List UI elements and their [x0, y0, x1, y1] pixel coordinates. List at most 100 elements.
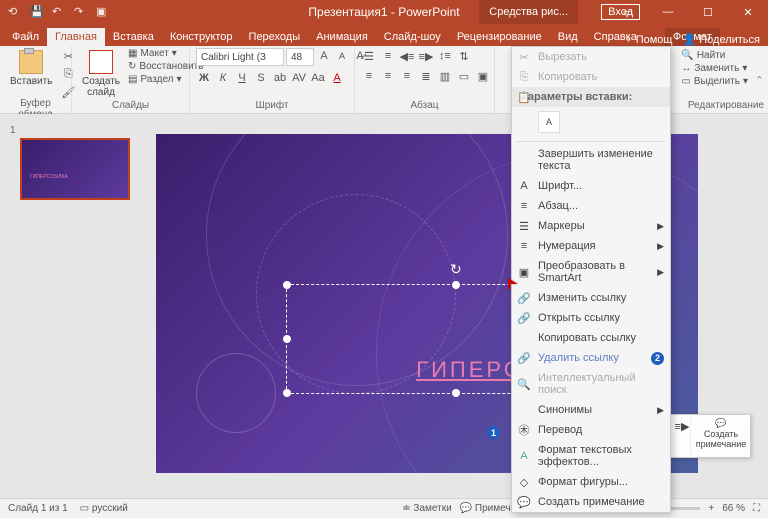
tab-home[interactable]: Главная [47, 28, 105, 46]
group-editing-label: Редактирование [688, 100, 764, 111]
ribbon-options-icon[interactable]: ▭ [608, 0, 648, 24]
search-icon: 🔍 [517, 377, 531, 391]
tab-file[interactable]: Файл [4, 28, 47, 46]
mini-new-comment[interactable]: 💬 Создать примечание [690, 418, 747, 454]
contextual-tools-tab[interactable]: Средства рис... [479, 0, 578, 24]
strike-button[interactable]: ab [272, 70, 288, 86]
font-color-button[interactable]: A [329, 70, 345, 86]
ctx-format-shape[interactable]: ◇Формат фигуры... [512, 472, 670, 492]
bold-button[interactable]: Ж [196, 70, 212, 86]
underline-button[interactable]: Ч [234, 70, 250, 86]
undo-icon[interactable]: ↶ [52, 5, 66, 19]
resize-handle[interactable] [283, 335, 291, 343]
window-controls: ▭ — ☐ ✕ [608, 0, 768, 24]
text-direction-button[interactable]: ⇅ [456, 48, 472, 64]
resize-handle[interactable] [283, 389, 291, 397]
align-text-button[interactable]: ▭ [456, 68, 472, 84]
resize-handle[interactable] [452, 281, 460, 289]
slide-thumbnail-1[interactable]: ГИПЕРССЫЛКА [20, 138, 130, 200]
resize-handle[interactable] [283, 281, 291, 289]
ctx-edit-link[interactable]: 🔗Изменить ссылку [512, 288, 670, 308]
align-center-button[interactable]: ≡ [380, 68, 396, 84]
ctx-copy-link[interactable]: Копировать ссылку [512, 328, 670, 348]
thumb-preview-text: ГИПЕРССЫЛКА [30, 174, 68, 180]
tab-view[interactable]: Вид [550, 28, 586, 46]
find-button[interactable]: 🔍 Найти [681, 50, 748, 61]
columns-button[interactable]: ▥ [437, 68, 453, 84]
share-button[interactable]: 👤 Поделиться [682, 33, 760, 46]
ctx-bullets[interactable]: ☰Маркеры▶ [512, 216, 670, 236]
grow-font-button[interactable]: A [316, 48, 332, 64]
chevron-right-icon: ▶ [657, 241, 664, 252]
window-title: Презентация1 - PowerPoint [308, 5, 459, 19]
zoom-in-button[interactable]: + [708, 503, 714, 514]
tab-insert[interactable]: Вставка [105, 28, 162, 46]
new-slide-button[interactable]: Создать слайд [78, 48, 124, 100]
tab-slideshow[interactable]: Слайд-шоу [376, 28, 449, 46]
ctx-paste-options: A [512, 107, 670, 139]
minimize-button[interactable]: — [648, 0, 688, 24]
maximize-button[interactable]: ☐ [688, 0, 728, 24]
tab-transitions[interactable]: Переходы [241, 28, 309, 46]
redo-icon[interactable]: ↷ [74, 5, 88, 19]
shrink-font-button[interactable]: A [334, 48, 350, 64]
convert-smartart-button[interactable]: ▣ [475, 68, 491, 84]
italic-button[interactable]: К [215, 70, 231, 86]
save-icon[interactable]: 💾 [30, 5, 44, 19]
decrease-indent-button[interactable]: ◀≡ [399, 48, 415, 64]
ctx-translate[interactable]: ㊍Перевод [512, 420, 670, 440]
paste-keep-text-button[interactable]: A [538, 111, 560, 133]
status-notes-button[interactable]: ≐ Заметки [402, 503, 451, 514]
tell-me-button[interactable]: ♀ Помощ [624, 34, 672, 46]
cut-icon: ✂ [517, 50, 531, 64]
paste-button[interactable]: Вставить [6, 48, 56, 89]
bullets-button[interactable]: ☰ [361, 48, 377, 64]
tab-animations[interactable]: Анимация [308, 28, 376, 46]
start-slideshow-icon[interactable]: ▣ [96, 5, 110, 19]
ctx-paragraph[interactable]: ≡Абзац... [512, 196, 670, 216]
chevron-right-icon: ▶ [657, 405, 664, 416]
zoom-level[interactable]: 66 % [722, 503, 745, 514]
select-button[interactable]: ▭ Выделить ▾ [681, 76, 748, 87]
paste-icon: 📋 [517, 90, 531, 104]
justify-button[interactable]: ≣ [418, 68, 434, 84]
mini-indent-right[interactable]: ≡▶ [674, 418, 690, 434]
ctx-stop-edit[interactable]: Завершить изменение текста [512, 144, 670, 176]
align-left-button[interactable]: ≡ [361, 68, 377, 84]
increase-indent-button[interactable]: ≡▶ [418, 48, 434, 64]
replace-button[interactable]: ↔ Заменить ▾ [681, 63, 748, 74]
comment-icon: 💬 [517, 495, 531, 509]
shadow-button[interactable]: S [253, 70, 269, 86]
status-language[interactable]: ▭ русский [80, 503, 128, 514]
resize-handle[interactable] [452, 389, 460, 397]
close-button[interactable]: ✕ [728, 0, 768, 24]
font-size-combo[interactable]: 48 [286, 48, 314, 66]
ctx-smartart[interactable]: ▣Преобразовать в SmartArt▶ [512, 256, 670, 288]
collapse-ribbon-button[interactable]: ⌃ [755, 74, 764, 87]
fit-to-window-button[interactable]: ⛶ [753, 503, 760, 514]
ctx-text-effects[interactable]: AФормат текстовых эффектов... [512, 440, 670, 472]
chevron-right-icon: ▶ [657, 267, 664, 278]
ctx-remove-link[interactable]: 🔗Удалить ссылку2 [512, 348, 670, 368]
status-slide-count[interactable]: Слайд 1 из 1 [8, 503, 68, 514]
format-shape-icon: ◇ [517, 475, 531, 489]
ctx-synonyms[interactable]: Синонимы▶ [512, 400, 670, 420]
autosave-icon[interactable]: ⟲ [8, 5, 22, 19]
spacing-button[interactable]: AV [291, 70, 307, 86]
ctx-font[interactable]: AШрифт... [512, 176, 670, 196]
tab-design[interactable]: Конструктор [162, 28, 241, 46]
thumb-number: 1 [10, 125, 16, 136]
font-dialog-icon: A [517, 179, 531, 193]
ctx-open-link[interactable]: 🔗Открыть ссылку [512, 308, 670, 328]
align-right-button[interactable]: ≡ [399, 68, 415, 84]
rotate-handle-icon[interactable]: ↻ [450, 261, 462, 278]
ctx-new-comment[interactable]: 💬Создать примечание [512, 492, 670, 512]
tab-review[interactable]: Рецензирование [449, 28, 550, 46]
ctx-numbering[interactable]: ≡Нумерация▶ [512, 236, 670, 256]
bullets-icon: ☰ [517, 219, 531, 233]
change-case-button[interactable]: Aa [310, 70, 326, 86]
clipboard-icon [19, 50, 43, 74]
numbering-button[interactable]: ≡ [380, 48, 396, 64]
line-spacing-button[interactable]: ↕≡ [437, 48, 453, 64]
font-name-combo[interactable]: Calibri Light (З [196, 48, 284, 66]
